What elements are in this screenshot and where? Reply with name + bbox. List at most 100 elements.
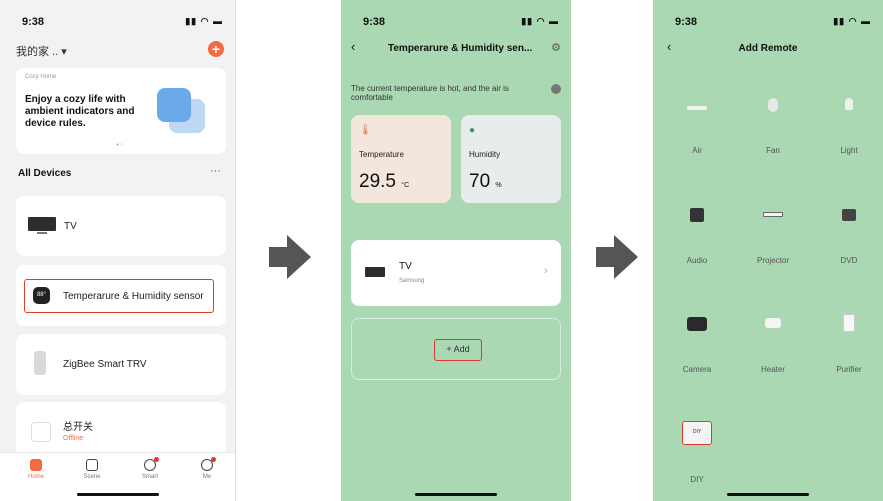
device-card-sensor[interactable]: 88° Temperarure & Humidity sensor [16, 265, 226, 326]
remote-label: Audio [686, 256, 708, 265]
remote-heater[interactable]: Heater [735, 318, 811, 383]
remote-label: Fan [766, 146, 780, 155]
remote-label: Air [692, 146, 702, 155]
tv-icon [28, 217, 56, 231]
sensor-icon: 88° [33, 287, 50, 304]
air-conditioner-icon [687, 106, 707, 110]
heater-icon [765, 318, 781, 328]
thermometer-icon: 🌡 [359, 125, 372, 136]
remote-label: Camera [682, 365, 712, 374]
temperature-value: 29.5 °C [359, 171, 410, 192]
remote-label: DVD [840, 256, 858, 265]
banner-cube-front [157, 88, 191, 122]
air-purifier-icon [843, 314, 855, 332]
tv-icon [365, 267, 385, 277]
remote-purifier[interactable]: Purifier [811, 314, 883, 383]
remote-fan[interactable]: Fan [735, 98, 811, 164]
remote-brand: Samsung [399, 278, 425, 284]
add-remote-screen: 9:38 ▮▮ ◠ ▬ ‹ Add Remote Air Fan Light A… [653, 0, 883, 501]
device-card-trv[interactable]: ZigBee Smart TRV [16, 334, 226, 395]
remote-label: Light [840, 146, 858, 155]
screenshot-stage: 9:38 ▮▮ ◠ ▬ 我的家 .. ▾ + Cozy Home Enjoy a… [0, 0, 883, 501]
device-name: 总开关 [63, 422, 93, 433]
tab-me[interactable]: Me [187, 459, 227, 480]
status-time: 9:38 [22, 16, 45, 28]
remote-label: Heater [760, 365, 785, 374]
add-remote-area: + Add [351, 318, 561, 380]
speaker-icon [690, 208, 704, 222]
remote-name: TV [399, 261, 412, 272]
humidity-value: 70 % [469, 171, 502, 192]
temperature-label: Temperature [359, 150, 404, 159]
comfort-message: The current temperature is hot, and the … [351, 84, 509, 102]
cozy-home-banner[interactable]: Cozy Home Enjoy a cozy life with ambient… [16, 68, 226, 154]
status-icons: ▮▮ ◠ ▬ [833, 16, 871, 26]
temperature-tile[interactable]: 🌡 Temperature 29.5 °C [351, 115, 451, 203]
fan-icon [768, 98, 778, 112]
back-button[interactable]: ‹ [351, 39, 355, 54]
remote-tv-card[interactable]: TV Samsung › [351, 240, 561, 306]
camera-icon [687, 317, 707, 331]
tab-smart[interactable]: Smart [130, 459, 170, 480]
projector-icon [763, 212, 783, 217]
banner-text: Enjoy a cozy life with ambient indicator… [25, 94, 135, 129]
remote-light[interactable]: Light [811, 98, 883, 164]
device-name: Temperarure & Humidity sensor [63, 291, 204, 302]
tab-scene[interactable]: Scene [72, 459, 112, 480]
home-icon [30, 459, 42, 471]
banner-subtitle: Cozy Home [25, 74, 57, 80]
all-devices-title: All Devices [18, 168, 72, 179]
device-card-tv[interactable]: TV [16, 196, 226, 256]
smart-notification-dot [154, 457, 159, 462]
banner-page-dots: ● ○ [116, 142, 124, 148]
status-time: 9:38 [675, 16, 698, 28]
settings-gear-icon[interactable]: ⚙ [551, 41, 561, 54]
remote-camera[interactable]: Camera [659, 317, 735, 383]
home-indicator [76, 493, 159, 496]
diy-icon: DIY [682, 421, 712, 445]
water-drop-icon: ● [469, 125, 476, 136]
tab-home[interactable]: Home [16, 459, 56, 480]
device-name: ZigBee Smart TRV [63, 359, 147, 370]
status-bar: 9:38 ▮▮ ◠ ▬ [653, 14, 883, 30]
remote-air[interactable]: Air [659, 104, 735, 164]
remote-label: Purifier [836, 365, 862, 374]
page-title: Add Remote [738, 43, 798, 54]
remote-label: Projector [756, 256, 789, 265]
remote-audio[interactable]: Audio [659, 208, 735, 274]
dvd-player-icon [842, 209, 856, 221]
offline-status: Offline [63, 435, 84, 442]
device-name: TV [64, 221, 77, 232]
flow-arrow-icon [269, 235, 311, 279]
switch-icon [31, 422, 51, 442]
remote-dvd[interactable]: DVD [811, 209, 883, 274]
history-clock-icon[interactable] [551, 84, 561, 94]
tab-label: Smart [141, 474, 158, 480]
home-selector[interactable]: 我的家 .. ▾ [16, 43, 67, 59]
status-bar: 9:38 ▮▮ ◠ ▬ [0, 14, 235, 30]
scene-icon [86, 459, 98, 471]
flow-arrow-icon [596, 235, 638, 279]
home-screen: 9:38 ▮▮ ◠ ▬ 我的家 .. ▾ + Cozy Home Enjoy a… [0, 0, 236, 501]
more-options-button[interactable]: ··· [210, 165, 221, 177]
remote-diy[interactable]: DIY DIY [659, 421, 735, 493]
add-device-button[interactable]: + [208, 41, 224, 57]
tv-stand-icon [37, 232, 47, 234]
light-bulb-icon [845, 98, 853, 110]
remote-projector[interactable]: Projector [735, 212, 811, 274]
status-time: 9:38 [363, 16, 386, 28]
status-icons: ▮▮ ◠ ▬ [521, 16, 559, 26]
status-bar: 9:38 ▮▮ ◠ ▬ [341, 14, 571, 30]
humidity-label: Humidity [469, 150, 501, 159]
humidity-tile[interactable]: ● Humidity 70 % [461, 115, 561, 203]
trv-icon [34, 351, 46, 375]
tab-label: Home [27, 474, 44, 480]
add-remote-button[interactable]: + Add [434, 339, 482, 361]
status-icons: ▮▮ ◠ ▬ [185, 16, 223, 26]
page-title: Temperarure & Humidity sen... [388, 43, 533, 54]
tab-label: Me [202, 474, 212, 480]
remote-label: DIY [690, 475, 704, 484]
sensor-detail-screen: 9:38 ▮▮ ◠ ▬ ‹ Temperarure & Humidity sen… [341, 0, 571, 501]
chevron-right-icon: › [544, 265, 548, 277]
home-indicator [727, 493, 809, 496]
